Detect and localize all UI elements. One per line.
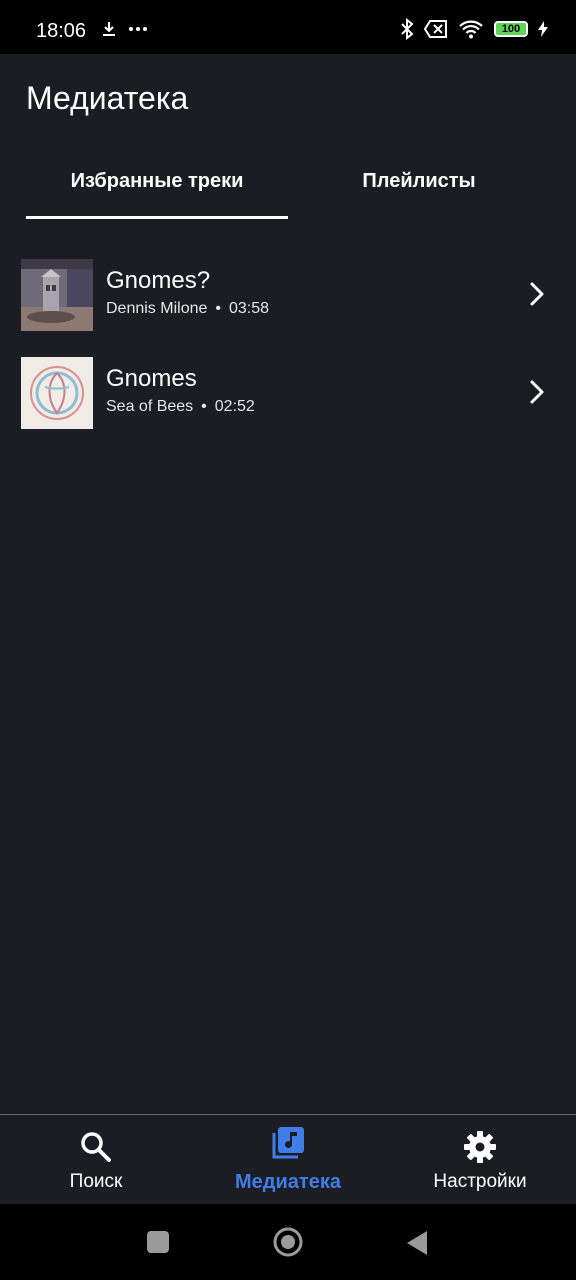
track-title: Gnomes? bbox=[106, 267, 211, 294]
battery-icon: 100 bbox=[494, 21, 528, 37]
track-row[interactable]: Gnomes Sea of Bees • 02:52 bbox=[0, 347, 576, 429]
nav-label: Настройки bbox=[433, 1171, 527, 1192]
tab-favorite-tracks[interactable]: Избранные треки bbox=[26, 170, 288, 193]
track-title: Gnomes bbox=[106, 365, 197, 392]
download-icon bbox=[103, 22, 115, 36]
recent-apps-icon[interactable] bbox=[147, 1231, 169, 1253]
track-duration: 02:52 bbox=[214, 398, 255, 415]
status-bar: 18:06 100 bbox=[0, 0, 576, 54]
gear-icon bbox=[464, 1131, 496, 1163]
bluetooth-icon bbox=[401, 18, 414, 40]
nav-label: Медиатека bbox=[235, 1171, 341, 1193]
chevron-right-icon[interactable] bbox=[524, 279, 550, 309]
nav-library[interactable]: Медиатека bbox=[192, 1115, 384, 1205]
page-title: Медиатека bbox=[26, 80, 189, 116]
library-music-icon bbox=[272, 1127, 304, 1159]
track-artist: Dennis Milone bbox=[106, 300, 208, 317]
search-icon bbox=[81, 1132, 111, 1162]
album-cover bbox=[21, 357, 93, 429]
track-row[interactable]: Gnomes? Dennis Milone • 03:58 bbox=[0, 249, 576, 331]
back-icon[interactable] bbox=[405, 1230, 429, 1256]
tab-label: Избранные треки bbox=[70, 170, 244, 192]
tab-bar: Избранные треки Плейлисты bbox=[0, 150, 576, 222]
tab-label: Плейлисты bbox=[362, 170, 476, 192]
album-cover bbox=[21, 259, 93, 331]
nav-search[interactable]: Поиск bbox=[0, 1115, 192, 1205]
charging-icon bbox=[538, 21, 548, 37]
more-notifications-icon bbox=[129, 27, 147, 31]
active-tab-indicator bbox=[26, 216, 288, 219]
status-time: 18:06 bbox=[36, 20, 87, 42]
nav-settings[interactable]: Настройки bbox=[384, 1115, 576, 1205]
battery-level: 100 bbox=[501, 23, 521, 35]
track-artist: Sea of Bees bbox=[106, 398, 194, 415]
nav-label: Поиск bbox=[69, 1171, 123, 1192]
bottom-navigation: Поиск Медиатека Настройки bbox=[0, 1114, 576, 1205]
home-icon[interactable] bbox=[272, 1226, 304, 1258]
no-sim-icon bbox=[424, 20, 447, 38]
track-meta: Sea of Bees • 02:52 bbox=[106, 398, 255, 415]
track-meta: Dennis Milone • 03:58 bbox=[106, 300, 270, 317]
tab-playlists[interactable]: Плейлисты bbox=[288, 170, 550, 193]
system-navigation-bar bbox=[0, 1204, 576, 1280]
track-duration: 03:58 bbox=[229, 300, 270, 317]
chevron-right-icon[interactable] bbox=[524, 377, 550, 407]
wifi-icon bbox=[459, 20, 483, 39]
